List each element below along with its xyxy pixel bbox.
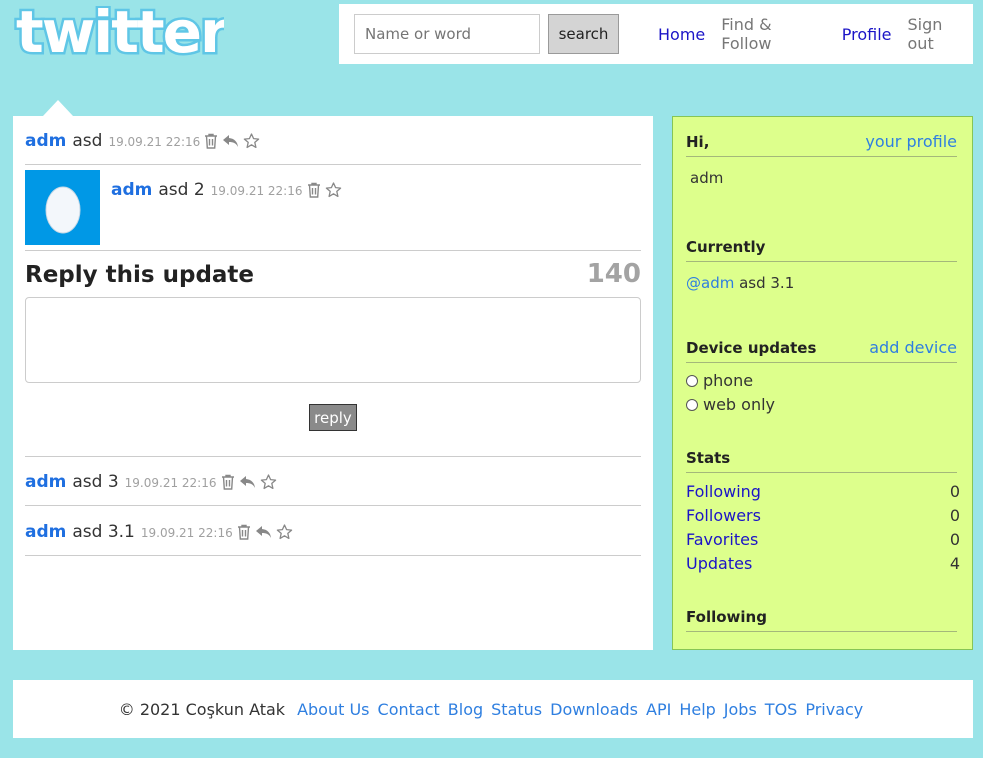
status-text: asd 3.1 [734, 274, 795, 292]
reply-button[interactable]: reply [309, 404, 357, 431]
default-avatar-egg-icon [45, 186, 80, 233]
stat-label-link[interactable]: Following [686, 482, 761, 501]
stats-header: Stats [686, 449, 957, 473]
divider [25, 456, 641, 457]
sidebar: Hi, your profile adm Currently @adm asd … [672, 116, 973, 650]
radio-button[interactable] [686, 398, 698, 411]
current-username: adm [690, 169, 724, 187]
delete-icon[interactable] [307, 182, 321, 198]
tweet-text: asd 3 [72, 472, 119, 492]
divider [25, 250, 641, 251]
stat-favorites: Favorites 0 [686, 530, 960, 549]
tweet-user[interactable]: adm [25, 472, 66, 492]
footer-link-privacy[interactable]: Privacy [805, 700, 863, 719]
radio-phone[interactable]: phone [686, 371, 753, 390]
search-button[interactable]: search [548, 14, 619, 54]
stat-updates: Updates 4 [686, 554, 960, 573]
footer-link-contact[interactable]: Contact [378, 700, 440, 719]
currently-title: Currently [686, 238, 766, 256]
tweet-time[interactable]: 19.09.21 22:16 [211, 184, 303, 198]
favorite-star-icon[interactable] [260, 474, 277, 490]
divider [25, 164, 641, 165]
stat-value: 0 [949, 530, 960, 549]
divider [25, 555, 641, 556]
footer-link-about-us[interactable]: About Us [297, 700, 369, 719]
currently-header: Currently [686, 238, 957, 262]
tweet-text: asd 3.1 [72, 522, 135, 542]
stat-label-link[interactable]: Favorites [686, 530, 758, 549]
nav-find-follow[interactable]: Find & Follow [721, 15, 826, 53]
nav-profile[interactable]: Profile [842, 25, 892, 44]
tweet-time[interactable]: 19.09.21 22:16 [125, 476, 217, 490]
delete-icon[interactable] [221, 474, 235, 490]
radio-web-only[interactable]: web only [686, 395, 775, 414]
tweet-user[interactable]: adm [25, 131, 66, 151]
divider [25, 505, 641, 506]
footer-link-status[interactable]: Status [491, 700, 542, 719]
mention-link[interactable]: @adm [686, 274, 734, 292]
reply-tweet: adm asd 3.1 19.09.21 22:16 [25, 521, 641, 542]
device-updates-title: Device updates [686, 339, 817, 357]
stat-value: 0 [949, 482, 960, 501]
reply-title: Reply this update [25, 262, 255, 288]
reply-icon[interactable] [222, 134, 239, 148]
parent-tweet: adm asd 19.09.21 22:16 [25, 130, 641, 151]
favorite-star-icon[interactable] [325, 182, 342, 198]
footer-link-help[interactable]: Help [679, 700, 715, 719]
stats-title: Stats [686, 449, 731, 467]
main-nav: Home Find & Follow Profile Sign out [658, 4, 973, 64]
tweet-time[interactable]: 19.09.21 22:16 [108, 135, 200, 149]
footer-link-jobs[interactable]: Jobs [724, 700, 757, 719]
add-device-link[interactable]: add device [869, 338, 957, 357]
nav-home[interactable]: Home [658, 25, 705, 44]
device-updates-header: Device updates add device [686, 338, 957, 363]
greeting-title: Hi, [686, 133, 710, 151]
footer-link-blog[interactable]: Blog [448, 700, 483, 719]
character-counter: 140 [586, 259, 641, 289]
twitter-logo[interactable]: twitter [12, 0, 234, 69]
tweet-user[interactable]: adm [25, 522, 66, 542]
stat-value: 0 [949, 506, 960, 525]
reply-icon[interactable] [255, 525, 272, 539]
your-profile-link[interactable]: your profile [865, 132, 957, 151]
radio-label: web only [703, 395, 776, 414]
copyright: © 2021 Coşkun Atak [118, 699, 286, 719]
logo-text: twitter [16, 6, 224, 62]
favorite-star-icon[interactable] [243, 133, 260, 149]
greeting-header: Hi, your profile [686, 132, 957, 157]
stat-following: Following 0 [686, 482, 960, 501]
stat-label-link[interactable]: Updates [686, 554, 752, 573]
delete-icon[interactable] [237, 524, 251, 540]
stat-followers: Followers 0 [686, 506, 960, 525]
radio-button[interactable] [686, 374, 698, 387]
following-title: Following [686, 608, 767, 626]
top-bar: search Home Find & Follow Profile Sign o… [339, 4, 973, 64]
main-panel: adm asd 19.09.21 22:16 adm asd 2 19.09.2… [13, 116, 653, 650]
tweet-time[interactable]: 19.09.21 22:16 [141, 526, 233, 540]
nav-sign-out[interactable]: Sign out [908, 15, 973, 53]
following-header: Following [686, 608, 957, 632]
reply-textarea[interactable] [25, 297, 641, 383]
avatar[interactable] [25, 170, 100, 245]
footer-link-api[interactable]: API [646, 700, 671, 719]
tweet-text: asd 2 [158, 180, 205, 200]
reply-icon[interactable] [239, 475, 256, 489]
panel-pointer [43, 100, 73, 116]
featured-tweet: adm asd 2 19.09.21 22:16 [111, 179, 631, 200]
tweet-user[interactable]: adm [111, 180, 152, 200]
footer: © 2021 Coşkun Atak About Us Contact Blog… [13, 680, 973, 738]
reply-tweet: adm asd 3 19.09.21 22:16 [25, 471, 641, 492]
delete-icon[interactable] [204, 133, 218, 149]
stat-value: 4 [949, 554, 960, 573]
search-input[interactable] [354, 14, 540, 54]
radio-label: phone [703, 371, 754, 390]
footer-link-tos[interactable]: TOS [765, 700, 798, 719]
footer-link-downloads[interactable]: Downloads [550, 700, 638, 719]
current-status: @adm asd 3.1 [686, 274, 794, 292]
stat-label-link[interactable]: Followers [686, 506, 761, 525]
tweet-text: asd [72, 131, 103, 151]
favorite-star-icon[interactable] [276, 524, 293, 540]
